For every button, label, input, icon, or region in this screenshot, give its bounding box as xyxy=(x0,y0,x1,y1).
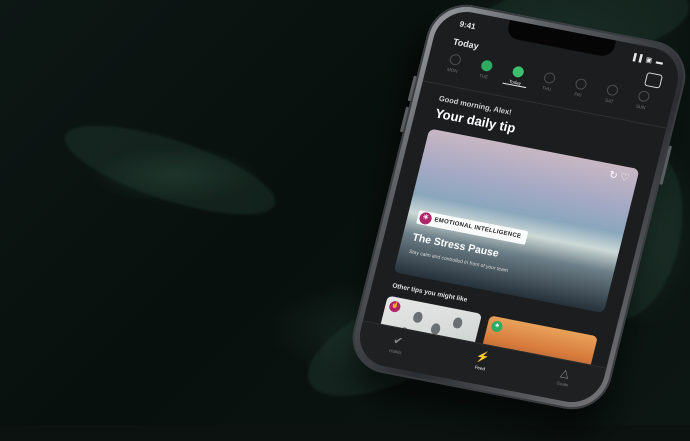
day-status-dot xyxy=(448,53,462,66)
day-item[interactable]: THU xyxy=(532,70,562,100)
leaf-shape xyxy=(56,107,284,233)
status-icons: ▐▐ ▣ ▬ xyxy=(630,53,665,67)
tab-habits[interactable]: ✔ Habits xyxy=(370,330,424,359)
status-time: 9:41 xyxy=(458,19,477,32)
week-selector: MON TUE Today THU FRI SAT SUN xyxy=(438,52,662,120)
day-item[interactable]: MON xyxy=(438,52,468,82)
category-label: EMOTIONAL INTELLIGENCE xyxy=(433,217,522,240)
balloon-shape xyxy=(412,311,424,324)
day-status-dot xyxy=(605,83,619,97)
daily-tip-card[interactable]: ↻ ♡ ☀ EMOTIONAL INTELLIGENCE The Stress … xyxy=(393,128,640,314)
day-status-dot xyxy=(510,65,525,79)
day-status-dot xyxy=(479,59,494,73)
day-status-dot xyxy=(573,77,588,91)
day-status-dot xyxy=(636,89,651,103)
tab-feed[interactable]: ⚡ Feed xyxy=(455,346,509,375)
tab-goals[interactable]: △ Goals xyxy=(537,362,591,391)
brain-icon: ☀ xyxy=(418,211,433,226)
day-item[interactable]: SAT xyxy=(595,82,625,112)
share-icon[interactable] xyxy=(643,72,664,89)
refresh-icon[interactable]: ↻ xyxy=(608,170,619,182)
heart-icon[interactable]: ♡ xyxy=(619,172,630,184)
day-label: THU xyxy=(541,85,552,92)
day-item[interactable]: TUE xyxy=(470,58,500,88)
day-item[interactable]: FRI xyxy=(564,76,594,106)
balloon-shape xyxy=(451,316,464,330)
thumbs-up-icon: ☝ xyxy=(388,300,402,314)
day-label: SAT xyxy=(604,97,615,105)
card-actions: ↻ ♡ xyxy=(608,170,630,185)
day-label: TUE xyxy=(478,73,489,80)
day-item-today[interactable]: Today xyxy=(501,64,531,94)
day-label: SUN xyxy=(635,103,646,111)
day-label: FRI xyxy=(573,91,583,98)
page-title: Today xyxy=(452,36,480,52)
leaf-icon: ♣ xyxy=(490,320,504,333)
day-item[interactable]: SUN xyxy=(627,89,657,119)
day-label: Today xyxy=(502,77,528,89)
day-status-dot xyxy=(542,71,556,85)
day-label: MON xyxy=(446,66,458,74)
